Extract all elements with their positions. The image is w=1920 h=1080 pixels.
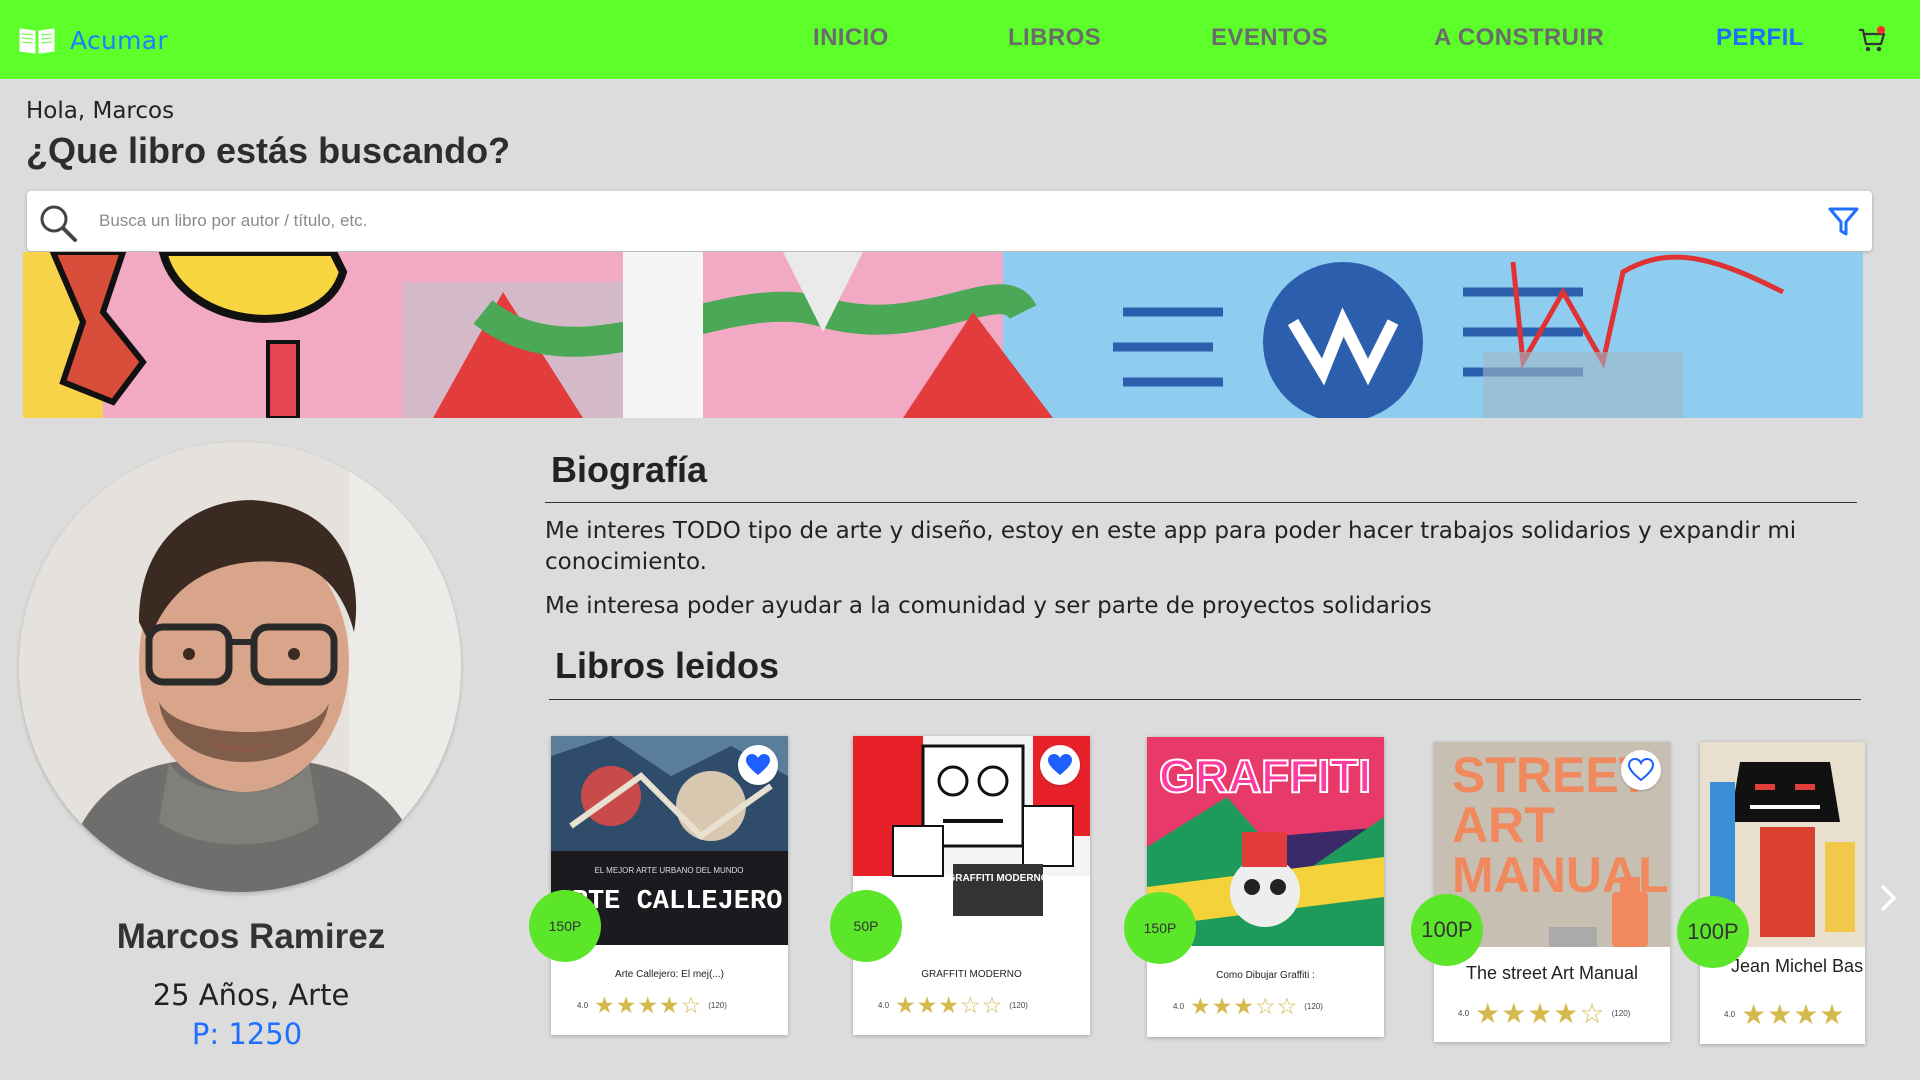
nav-item-perfil[interactable]: PERFIL — [1716, 24, 1804, 52]
book-rating: 4.0 ★★★☆☆ (120) — [1173, 993, 1323, 1020]
brand-logo[interactable]: Acumar — [18, 22, 168, 58]
nav-item-inicio[interactable]: INICIO — [813, 24, 889, 52]
biography-title: Biografía — [551, 449, 708, 490]
nav-item-eventos[interactable]: EVENTOS — [1211, 24, 1328, 52]
price-badge: 100P — [1411, 894, 1483, 966]
rating-value: 4.0 — [1724, 1010, 1736, 1019]
biography-paragraph-1: Me interes TODO tipo de arte y diseño, e… — [545, 518, 1797, 575]
book-card-jean-michel-basquiat[interactable]: Jean Michel Bas 4.0 ★★★★ — [1700, 742, 1865, 1044]
book-card-street-art-manual[interactable]: STREET ART MANUAL The street Art Manual … — [1434, 742, 1670, 1042]
svg-text:ART: ART — [1452, 797, 1555, 853]
nav-item-a-construir[interactable]: A CONSTRUIR — [1434, 24, 1604, 52]
heart-filled-icon — [746, 754, 770, 775]
profile-age-interest: 25 Años, Arte — [152, 978, 350, 1012]
search-bar — [27, 191, 1872, 251]
star-rating-icon: ★★★☆☆ — [895, 992, 1004, 1018]
review-count: (120) — [1611, 1009, 1631, 1018]
book-title: Arte Callejero: El mej(...) — [615, 969, 724, 980]
profile-points: P: 1250 — [191, 1017, 303, 1051]
book-card-graffiti-moderno[interactable]: GRAFFITI MODERNO GRAFFITI MODERNO 4.0 ★★… — [853, 736, 1090, 1035]
review-count: (120) — [1304, 1002, 1323, 1011]
nav-item-libros[interactable]: LIBROS — [1008, 24, 1101, 52]
profile-avatar — [19, 442, 461, 892]
greeting-text: Hola, Marcos — [26, 98, 175, 124]
svg-text:STREET: STREET — [1452, 747, 1649, 803]
book-title: GRAFFITI MODERNO — [921, 969, 1022, 980]
star-rating-icon: ★★★☆☆ — [1190, 993, 1299, 1019]
cart-notification-dot — [1877, 26, 1885, 34]
biography-paragraph-2: Me interesa poder ayudar a la comunidad … — [545, 593, 1432, 619]
cover-title: GRAFFITI MODERNO — [947, 873, 1048, 884]
price-badge: 150P — [1124, 892, 1196, 964]
book-rating: 4.0 ★★★★☆ (120) — [577, 992, 727, 1019]
favorite-button[interactable] — [1621, 750, 1661, 790]
rating-value: 4.0 — [577, 1001, 589, 1010]
book-title: Como Dibujar Graffiti : — [1216, 970, 1315, 981]
brand-name: Acumar — [70, 25, 169, 55]
search-heading: ¿Que libro estás buscando? — [26, 130, 511, 171]
book-rating: 4.0 ★★★★ — [1724, 998, 1846, 1031]
biography-divider — [545, 502, 1857, 503]
filter-icon[interactable] — [1828, 206, 1859, 237]
books-read-title: Libros leidos — [555, 645, 780, 686]
rating-value: 4.0 — [1173, 1002, 1185, 1011]
cover-subtitle: EL MEJOR ARTE URBANO DEL MUNDO — [594, 866, 743, 875]
cover-title: GRAFFITI — [1159, 750, 1371, 802]
price-badge: 150P — [529, 890, 601, 962]
book-rating: 4.0 ★★★☆☆ (120) — [878, 992, 1028, 1019]
profile-banner-image — [23, 252, 1863, 418]
top-navbar: Acumar INICIO LIBROS EVENTOS A CONSTRUIR… — [0, 0, 1920, 79]
heart-outline-icon — [1628, 758, 1654, 782]
price-badge: 50P — [830, 890, 902, 962]
book-title: The street Art Manual — [1465, 963, 1639, 983]
search-icon[interactable] — [38, 203, 78, 243]
rating-value: 4.0 — [878, 1001, 890, 1010]
chevron-right-icon[interactable] — [1880, 884, 1898, 912]
heart-filled-icon — [1048, 754, 1072, 775]
books-divider — [549, 699, 1861, 700]
review-count: (120) — [708, 1001, 727, 1010]
favorite-button[interactable] — [1040, 745, 1080, 785]
star-rating-icon: ★★★★ — [1741, 999, 1846, 1030]
search-input[interactable] — [99, 201, 1779, 241]
star-rating-icon: ★★★★☆ — [594, 992, 703, 1018]
profile-name: Marcos Ramirez — [116, 917, 386, 956]
price-badge: 100P — [1677, 896, 1749, 968]
book-rating: 4.0 ★★★★☆ (120) — [1458, 997, 1630, 1030]
star-rating-icon: ★★★★☆ — [1475, 998, 1606, 1029]
review-count: (120) — [1009, 1001, 1028, 1010]
book-card-como-dibujar-graffiti[interactable]: GRAFFITI Como Dibujar Graffiti : 4.0 ★★★… — [1147, 737, 1384, 1037]
rating-value: 4.0 — [1458, 1009, 1470, 1018]
book-icon — [19, 28, 55, 54]
book-card-arte-callejero[interactable]: EL MEJOR ARTE URBANO DEL MUNDO ARTE CALL… — [551, 736, 788, 1035]
favorite-button[interactable] — [738, 745, 778, 785]
